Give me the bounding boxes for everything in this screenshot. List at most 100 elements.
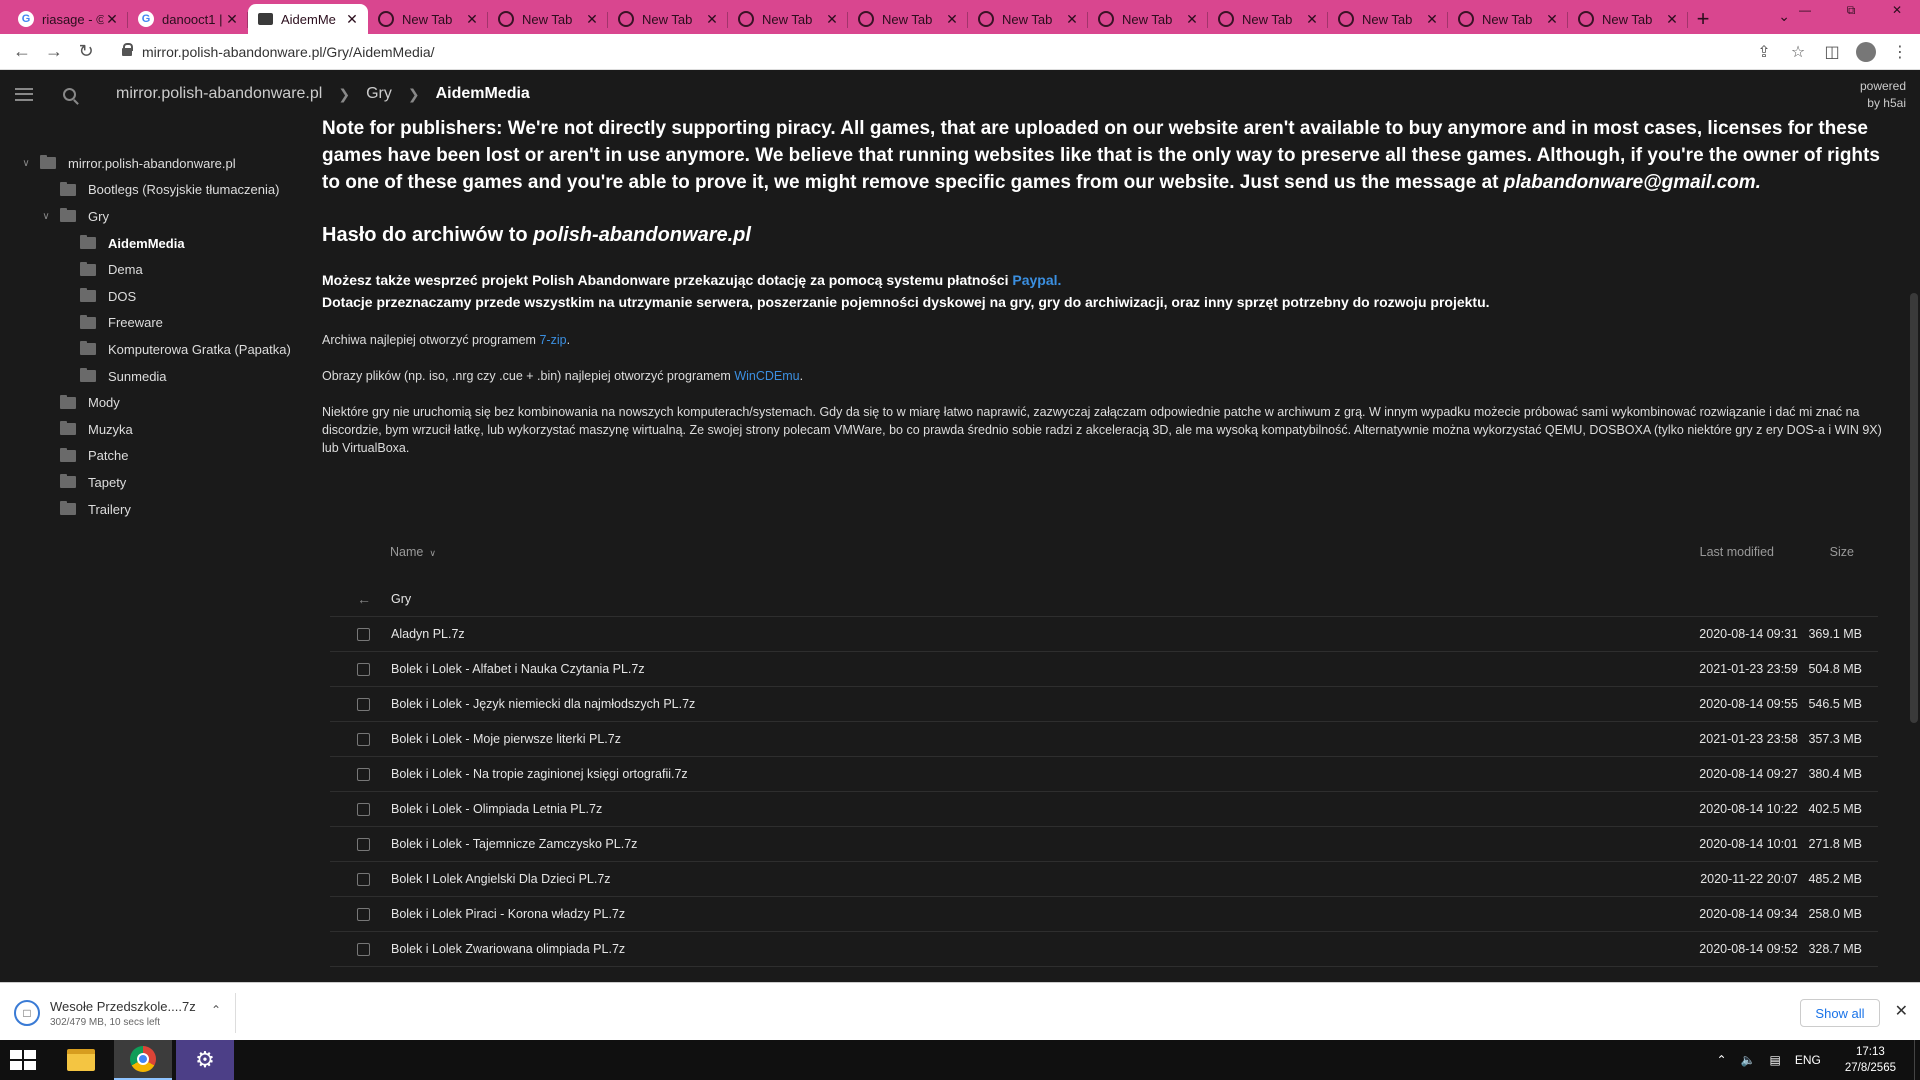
file-name[interactable]: Bolek i Lolek Zwariowana olimpiada PL.7z [391,942,625,956]
browser-tab[interactable]: New Tab ✕ [1328,4,1448,34]
file-explorer-icon[interactable] [52,1040,110,1080]
sidebar-folder-item[interactable]: Komputerowa Gratka (Papatka) [0,336,310,363]
tab-close-icon[interactable]: ✕ [824,11,840,28]
sidebar-folder-item[interactable]: Freeware [0,310,310,337]
file-row[interactable]: Bolek i Lolek Piraci - Korona władzy PL.… [330,897,1878,932]
close-icon[interactable]: ✕ [1895,1001,1908,1021]
chevron-up-icon[interactable]: ⌃ [211,1003,221,1017]
sidebar-folder-item[interactable]: DOS [0,283,310,310]
search-icon[interactable] [63,87,76,101]
profile-avatar[interactable] [1856,42,1876,62]
tab-close-icon[interactable]: ✕ [344,11,360,28]
column-name-header[interactable]: Name ∨ [390,545,436,559]
browser-tab[interactable]: New Tab ✕ [728,4,848,34]
browser-tab[interactable]: Griasage - © ✕ [8,4,128,34]
file-name[interactable]: Bolek i Lolek - Alfabet i Nauka Czytania… [391,662,645,676]
file-name[interactable]: Bolek I Lolek Angielski Dla Dzieci PL.7z [391,872,611,886]
tab-close-icon[interactable]: ✕ [104,11,120,28]
scrollbar-thumb[interactable] [1910,293,1918,723]
sidebar-folder-item[interactable]: ∨ Gry [0,203,310,230]
sidebar-folder-item[interactable]: Bootlegs (Rosyjskie tłumaczenia) [0,177,310,204]
sidebar-folder-item[interactable]: Muzyka [0,416,310,443]
sidebar-folder-item[interactable]: Sunmedia [0,363,310,390]
input-language[interactable]: ENG [1795,1053,1821,1067]
tab-close-icon[interactable]: ✕ [224,11,240,28]
column-size-header[interactable]: Size [1830,545,1854,559]
wincdemu-link[interactable]: WinCDEmu [734,369,799,383]
browser-tab[interactable]: AidemMe ✕ [248,4,368,34]
browser-tab[interactable]: New Tab ✕ [1568,4,1688,34]
file-name[interactable]: Bolek i Lolek - Na tropie zaginionej ksi… [391,767,688,781]
column-modified-header[interactable]: Last modified [1700,545,1774,559]
forward-arrow-icon[interactable]: → [38,36,70,68]
reload-icon[interactable]: ↻ [70,36,102,68]
tab-close-icon[interactable]: ✕ [944,11,960,28]
parent-folder-row[interactable]: ← Gry [330,582,1878,617]
file-name[interactable]: Bolek i Lolek - Olimpiada Letnia PL.7z [391,802,602,816]
show-all-button[interactable]: Show all [1800,999,1880,1027]
file-row[interactable]: Bolek i Lolek - Moje pierwsze literki PL… [330,722,1878,757]
tab-close-icon[interactable]: ✕ [1664,11,1680,28]
close-window-button[interactable]: ✕ [1874,0,1920,20]
side-panel-icon[interactable]: ◫ [1822,42,1842,62]
bookmark-star-icon[interactable]: ☆ [1788,42,1808,62]
7zip-link[interactable]: 7-zip [539,333,566,347]
sidebar-folder-item[interactable]: Trailery [0,496,310,523]
sidebar-folder-item[interactable]: Mody [0,389,310,416]
address-bar[interactable]: mirror.polish-abandonware.pl/Gry/AidemMe… [110,39,1810,65]
file-name[interactable]: Aladyn PL.7z [391,627,465,641]
file-name[interactable]: Bolek i Lolek - Moje pierwsze literki PL… [391,732,621,746]
sidebar-folder-item[interactable]: Dema [0,256,310,283]
back-arrow-icon[interactable]: ← [6,36,38,68]
settings-gear-icon[interactable]: ⚙ [176,1040,234,1080]
powered-by-link[interactable]: powered by h5ai [1860,78,1906,112]
paypal-link[interactable]: Paypal. [1012,272,1061,288]
tab-close-icon[interactable]: ✕ [464,11,480,28]
file-row[interactable]: Bolek i Lolek - Olimpiada Letnia PL.7z 20… [330,792,1878,827]
breadcrumb-root[interactable]: mirror.polish-abandonware.pl [116,85,322,103]
file-row[interactable]: Bolek i Lolek - Alfabet i Nauka Czytania… [330,652,1878,687]
sidebar-folder-item[interactable]: ∨ mirror.polish-abandonware.pl [0,150,310,177]
file-row[interactable]: Aladyn PL.7z 2020-08-14 09:31 369.1 MB [330,617,1878,652]
tab-close-icon[interactable]: ✕ [1544,11,1560,28]
breadcrumb-current[interactable]: AidemMedia [436,85,530,103]
tab-close-icon[interactable]: ✕ [1424,11,1440,28]
file-row[interactable]: Bolek I Lolek Angielski Dla Dzieci PL.7z… [330,862,1878,897]
file-name[interactable]: Bolek i Lolek - Język niemiecki dla najm… [391,697,695,711]
chevron-down-icon[interactable]: ∨ [20,158,32,169]
chevron-up-icon[interactable]: ⌃ [1716,1053,1726,1067]
sidebar-folder-item[interactable]: AidemMedia [0,230,310,257]
browser-tab[interactable]: New Tab ✕ [1208,4,1328,34]
tab-close-icon[interactable]: ✕ [1064,11,1080,28]
browser-tab[interactable]: New Tab ✕ [608,4,728,34]
file-name[interactable]: Bolek i Lolek Piraci - Korona władzy PL.… [391,907,625,921]
tab-close-icon[interactable]: ✕ [584,11,600,28]
page-scrollbar[interactable] [1908,118,1920,980]
chevron-down-icon[interactable]: ∨ [40,211,52,222]
restore-button[interactable]: ⧉ [1828,0,1874,20]
file-row[interactable]: Bolek i Lolek Zwariowana olimpiada PL.7z… [330,932,1878,967]
breadcrumb-gry[interactable]: Gry [366,85,392,103]
new-tab-button[interactable]: + [1688,4,1718,34]
sidebar-folder-item[interactable]: Patche [0,443,310,470]
tab-close-icon[interactable]: ✕ [1184,11,1200,28]
file-name[interactable]: Bolek i Lolek - Tajemnicze Zamczysko PL.… [391,837,637,851]
download-item[interactable]: □ Wesołe Przedszkole....7z 302/479 MB, 1… [14,993,236,1033]
browser-tab[interactable]: New Tab ✕ [1448,4,1568,34]
network-icon[interactable]: ▤ [1769,1053,1780,1067]
chrome-icon[interactable] [114,1040,172,1080]
file-row[interactable]: Bolek i Lolek - Język niemiecki dla najm… [330,687,1878,722]
browser-tab[interactable]: New Tab ✕ [488,4,608,34]
tab-close-icon[interactable]: ✕ [704,11,720,28]
browser-tab[interactable]: New Tab ✕ [368,4,488,34]
browser-tab[interactable]: Gdanooct1 | ✕ [128,4,248,34]
clock[interactable]: 17:13 27/8/2565 [1845,1044,1896,1076]
url-text[interactable]: mirror.polish-abandonware.pl/Gry/AidemMe… [142,44,435,60]
browser-tab[interactable]: New Tab ✕ [848,4,968,34]
windows-start-icon[interactable] [10,1050,36,1070]
browser-tab[interactable]: New Tab ✕ [1088,4,1208,34]
share-icon[interactable]: ⇪ [1754,42,1774,62]
volume-muted-icon[interactable]: 🔈 [1741,1053,1756,1067]
file-row[interactable]: Bolek i Lolek - Na tropie zaginionej ksi… [330,757,1878,792]
show-desktop-button[interactable] [1914,1040,1920,1080]
